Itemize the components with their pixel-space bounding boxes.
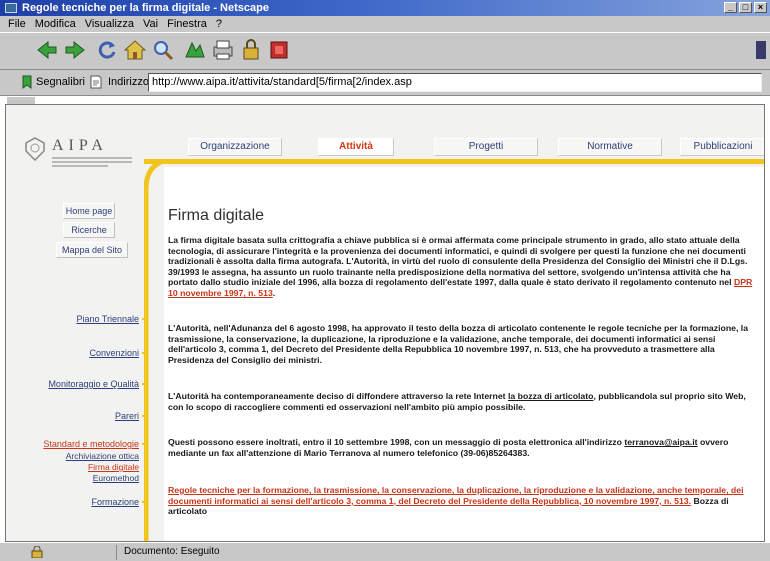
bookmarks-button[interactable]: Segnalibri [36, 76, 85, 88]
url-field[interactable]: http://www.aipa.it/attivita/standard[5/f… [148, 73, 762, 92]
location-label: Indirizzo: [108, 76, 153, 88]
paragraph-diffusione: L'Autorità ha contemporaneamente deciso … [168, 391, 760, 412]
sidebar-subitem-archiviazione[interactable]: Archiviazione ottica [66, 451, 139, 461]
paragraph-contatti: Questi possono essere inoltrati, entro i… [168, 437, 760, 458]
sidebar-item-formazione[interactable]: Formazione [91, 497, 139, 507]
paragraph-text: Questi possono essere inoltrati, entro i… [168, 437, 622, 447]
sidebar-item-monitoraggio[interactable]: Monitoraggio e Qualità [48, 379, 139, 389]
security-lock-icon[interactable] [30, 546, 44, 558]
tab-normative[interactable]: Normative [558, 138, 662, 156]
window-controls: _ □ × [724, 2, 767, 13]
menu-modifica[interactable]: Modifica [35, 16, 76, 32]
netscape-guide-icon[interactable] [182, 37, 208, 63]
menu-visualizza[interactable]: Visualizza [85, 16, 134, 32]
print-icon[interactable] [210, 37, 236, 63]
paragraph-text: L'Autorità ha contemporaneamente deciso … [168, 391, 506, 401]
sidebar-subitem-firma-digitale[interactable]: Firma digitale [88, 462, 139, 472]
back-icon[interactable] [34, 37, 60, 63]
window-title: Regole tecniche per la firma digitale - … [22, 2, 269, 14]
netscape-icon [5, 3, 17, 13]
paragraph-text: L'Autorità, nell'Adunanza del 6 agosto 1… [168, 323, 749, 365]
sidebar-item-standard[interactable]: Standard e metodologie [43, 439, 139, 449]
sidebar-dash [142, 318, 148, 320]
page-proxy-icon[interactable] [88, 74, 104, 90]
ricerche-button[interactable]: Ricerche [63, 222, 115, 238]
tab-pubblicazioni[interactable]: Pubblicazioni [680, 138, 764, 156]
window-titlebar: Regole tecniche per la firma digitale - … [0, 0, 770, 16]
mappa-sito-button[interactable]: Mappa del Sito [56, 242, 128, 258]
status-separator [116, 545, 117, 560]
tab-organizzazione[interactable]: Organizzazione [188, 138, 282, 156]
sidebar-dash [142, 383, 148, 385]
emblem-icon [25, 137, 45, 161]
home-page-button[interactable]: Home page [63, 203, 115, 219]
forward-icon[interactable] [62, 37, 88, 63]
reload-icon[interactable] [94, 37, 120, 63]
email-link[interactable]: terranova@aipa.it [624, 437, 697, 447]
status-bar: Documento: Eseguito [0, 542, 770, 561]
toolbar-grip[interactable] [6, 96, 36, 104]
paragraph-intro: La firma digitale basata sulla crittogra… [168, 235, 753, 298]
sidebar-dash [142, 501, 148, 503]
menu-vai[interactable]: Vai [143, 16, 158, 32]
paragraph-regole: Regole tecniche per la formazione, la tr… [168, 485, 760, 517]
stop-icon[interactable] [266, 37, 292, 63]
sidebar-dash [142, 415, 148, 417]
logo-text: AIPA [52, 137, 108, 154]
aipa-logo[interactable]: AIPA [24, 137, 144, 167]
minimize-button[interactable]: _ [724, 2, 737, 13]
bookmarks-icon[interactable] [20, 75, 34, 89]
sidebar-dash [142, 352, 148, 354]
menu-bar: File Modifica Visualizza Vai Finestra ? [0, 16, 770, 32]
home-icon[interactable] [122, 37, 148, 63]
paragraph-text: La firma digitale basata sulla crittogra… [168, 235, 748, 288]
menu-help[interactable]: ? [216, 16, 222, 32]
tab-attivita[interactable]: Attività [318, 138, 394, 156]
main-content: Firma digitale La firma digitale basata … [164, 167, 764, 541]
close-button[interactable]: × [754, 2, 767, 13]
page-title: Firma digitale [168, 207, 265, 224]
navigation-toolbar [0, 32, 770, 70]
main-nav: Organizzazione Attività Progetti Normati… [188, 138, 764, 158]
bozza-articolato-link[interactable]: la bozza di articolato [508, 391, 593, 401]
throbber-icon [756, 41, 766, 59]
paragraph-adunanza: L'Autorità, nell'Adunanza del 6 agosto 1… [168, 323, 760, 365]
sidebar-subitem-euromethod[interactable]: Euromethod [93, 473, 139, 483]
security-icon[interactable] [238, 37, 264, 63]
sidebar-item-piano-triennale[interactable]: Piano Triennale [76, 314, 139, 324]
location-bar: Segnalibri Indirizzo: http://www.aipa.it… [0, 70, 770, 96]
logo-subtitle-lines [52, 157, 132, 167]
sidebar-item-convenzioni[interactable]: Convenzioni [89, 348, 139, 358]
maximize-button[interactable]: □ [739, 2, 752, 13]
menu-file[interactable]: File [8, 16, 26, 32]
accent-rule [144, 159, 764, 164]
menu-finestra[interactable]: Finestra [167, 16, 207, 32]
tab-progetti[interactable]: Progetti [434, 138, 538, 156]
page-viewport: AIPA Organizzazione Attività Progetti No… [5, 104, 765, 542]
status-text: Documento: Eseguito [124, 546, 220, 557]
regole-tecniche-link[interactable]: Regole tecniche per la formazione, la tr… [168, 485, 743, 506]
search-icon[interactable] [150, 37, 176, 63]
sidebar-dash [142, 443, 148, 445]
sidebar-item-pareri[interactable]: Pareri [115, 411, 139, 421]
